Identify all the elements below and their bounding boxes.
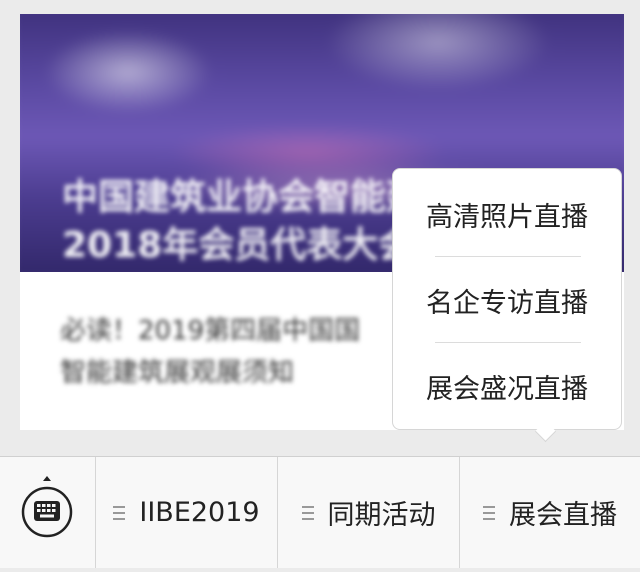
menu-iibe2019[interactable]: IIBE2019 <box>96 457 278 568</box>
menu-lines-icon <box>301 505 314 520</box>
submenu-popup: 高清照片直播 名企专访直播 展会盛况直播 <box>392 168 622 430</box>
menu-label: 展会直播 <box>509 500 617 531</box>
keyboard-icon <box>21 476 73 538</box>
menu-expo-live[interactable]: 展会直播 <box>460 457 640 568</box>
submenu-item-photo-live[interactable]: 高清照片直播 <box>393 171 621 257</box>
menu-label: 同期活动 <box>327 500 436 531</box>
menu-lines-icon <box>113 505 126 520</box>
article-title[interactable]: 必读！2019第四届中国国 智能建筑展观展须知 <box>60 310 360 394</box>
bottom-menu-bar: IIBE2019 同期活动 展会直播 <box>0 456 640 568</box>
submenu-item-expo-live[interactable]: 展会盛况直播 <box>393 343 621 429</box>
menu-concurrent-events[interactable]: 同期活动 <box>278 457 460 568</box>
banner-caption-line-2: 2018年会员代表大会 <box>62 225 415 266</box>
menu-label: IIBE2019 <box>139 497 260 528</box>
article-title-line-2: 智能建筑展观展须知 <box>60 358 295 388</box>
keyboard-toggle-button[interactable] <box>0 457 96 568</box>
article-title-line-1: 必读！2019第四届中国国 <box>60 316 361 346</box>
banner-caption: 中国建筑业协会智能建 2018年会员代表大会 <box>62 174 422 270</box>
menu-lines-icon <box>483 505 495 520</box>
banner-caption-line-1: 中国建筑业协会智能建 <box>62 177 423 218</box>
submenu-item-interview-live[interactable]: 名企专访直播 <box>393 257 621 343</box>
